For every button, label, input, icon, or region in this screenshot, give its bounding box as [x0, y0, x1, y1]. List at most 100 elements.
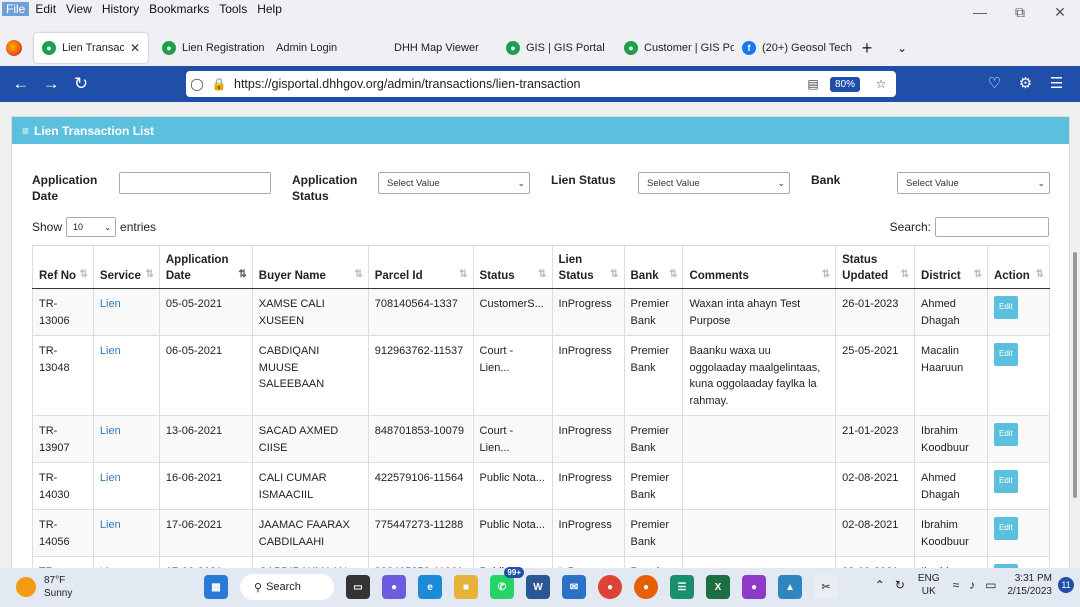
- sun-icon: [16, 577, 36, 597]
- zoom-level[interactable]: 80%: [829, 76, 860, 92]
- windows-taskbar: 87°F Sunny ▦ ⚲ Search ▭ ● e ■ ✆ 99+ W ✉ …: [0, 567, 1080, 607]
- pocket-icon[interactable]: ♡: [979, 74, 1010, 92]
- cell-action: Edit: [987, 335, 1051, 416]
- battery-icon[interactable]: ▭: [985, 578, 996, 592]
- lock-icon[interactable]: 🔒: [208, 77, 230, 91]
- tab-lien-registration[interactable]: ● Lien Registration |: [154, 33, 266, 63]
- edit-button[interactable]: Edit: [993, 470, 1018, 493]
- firefox-icon[interactable]: ●: [634, 575, 658, 599]
- back-icon[interactable]: ←: [6, 74, 36, 94]
- clock[interactable]: 3:31 PM 2/15/2023: [1008, 572, 1053, 598]
- wifi-icon[interactable]: ≈: [953, 578, 960, 592]
- reader-view-icon[interactable]: ▤: [802, 77, 824, 91]
- whatsapp-icon[interactable]: ✆ 99+: [490, 567, 524, 599]
- menu-edit[interactable]: Edit: [31, 2, 60, 16]
- new-tab-icon[interactable]: +: [852, 38, 882, 59]
- url-text[interactable]: https://gisportal.dhhgov.org/admin/trans…: [230, 77, 802, 91]
- notification-count[interactable]: 11: [1058, 577, 1074, 593]
- menu-hamburger-icon[interactable]: ☰: [1041, 74, 1072, 92]
- column-header[interactable]: Parcel Id ⇅: [368, 245, 474, 289]
- taskbar-search[interactable]: ⚲ Search: [240, 574, 334, 600]
- column-header[interactable]: Ref No ⇅: [32, 245, 94, 289]
- service-link[interactable]: Lien: [100, 519, 121, 531]
- photos-icon[interactable]: ▲: [778, 575, 802, 599]
- menu-view[interactable]: View: [62, 2, 96, 16]
- bookmark-star-icon[interactable]: ☆: [870, 77, 892, 91]
- weather-widget[interactable]: 87°F Sunny: [16, 574, 72, 600]
- tab-list-chevron-icon[interactable]: ⌄: [882, 41, 922, 55]
- entries-select[interactable]: 10 ⌄: [66, 217, 117, 237]
- cell-action: Edit: [987, 556, 1051, 568]
- volume-icon[interactable]: ♪: [969, 578, 975, 592]
- column-header[interactable]: Action ⇅: [987, 245, 1051, 289]
- service-link[interactable]: Lien: [100, 298, 121, 310]
- column-header[interactable]: District ⇅: [914, 245, 988, 289]
- snipping-tool-icon[interactable]: ✂: [814, 575, 838, 599]
- column-header[interactable]: Status Updated ⇅: [835, 245, 916, 289]
- menu-help[interactable]: Help: [253, 2, 286, 16]
- chevron-up-icon[interactable]: ⌃: [875, 578, 885, 592]
- sync-icon[interactable]: ↻: [895, 578, 905, 592]
- column-header[interactable]: Buyer Name ⇅: [252, 245, 369, 289]
- tab-admin-login[interactable]: Admin Login: [266, 33, 384, 63]
- minimize-icon[interactable]: —: [960, 4, 1000, 21]
- forward-icon[interactable]: →: [36, 74, 66, 94]
- edit-button[interactable]: Edit: [993, 423, 1018, 446]
- column-header[interactable]: Application Date ⇅: [159, 245, 253, 289]
- page-scrollbar[interactable]: [1070, 102, 1080, 568]
- teams-chat-icon[interactable]: ●: [382, 575, 406, 599]
- reload-icon[interactable]: ↻: [66, 74, 96, 94]
- cell-date: 06-05-2021: [159, 335, 253, 416]
- service-link[interactable]: Lien: [100, 472, 121, 484]
- bank-select[interactable]: Select Value ⌄: [897, 172, 1050, 194]
- language-indicator[interactable]: ENG UK: [918, 572, 940, 598]
- menu-file[interactable]: File: [2, 2, 30, 16]
- game-icon[interactable]: ●: [742, 575, 766, 599]
- application-status-select[interactable]: Select Value ⌄: [378, 172, 530, 194]
- word-icon[interactable]: W: [526, 575, 550, 599]
- menu-tools[interactable]: Tools: [215, 2, 251, 16]
- tab-lien-transaction[interactable]: ● Lien Transaction ✕: [34, 33, 148, 63]
- column-header[interactable]: Bank ⇅: [624, 245, 684, 289]
- edit-button[interactable]: Edit: [993, 343, 1018, 366]
- service-link[interactable]: Lien: [100, 425, 121, 437]
- application-date-input[interactable]: [119, 172, 271, 194]
- shield-icon[interactable]: ◯: [186, 77, 208, 91]
- extensions-icon[interactable]: ⚙: [1010, 74, 1041, 92]
- lien-status-select[interactable]: Select Value ⌄: [638, 172, 790, 194]
- task-view-icon[interactable]: ▭: [346, 575, 370, 599]
- column-header[interactable]: Service ⇅: [93, 245, 160, 289]
- mail-icon[interactable]: ✉: [562, 575, 586, 599]
- cell-bank: Premier Bank: [624, 462, 684, 510]
- cell-status: Public Nota...: [473, 462, 553, 510]
- tab-gis-portal[interactable]: ● GIS | GIS Portal: [498, 33, 616, 63]
- close-tab-icon[interactable]: ✕: [130, 41, 140, 55]
- tab-dhh-map-viewer[interactable]: DHH Map Viewer: [384, 33, 498, 63]
- url-bar[interactable]: ◯ 🔒 https://gisportal.dhhgov.org/admin/t…: [186, 71, 896, 97]
- edit-button[interactable]: Edit: [993, 296, 1018, 319]
- close-window-icon[interactable]: ✕: [1040, 4, 1080, 21]
- excel-icon[interactable]: X: [706, 575, 730, 599]
- column-header[interactable]: Comments ⇅: [682, 245, 837, 289]
- sort-icon: ⇅: [79, 269, 88, 280]
- scrollbar-thumb[interactable]: [1073, 252, 1077, 498]
- notepad-icon[interactable]: ☰: [670, 575, 694, 599]
- column-header[interactable]: Status ⇅: [473, 245, 553, 289]
- facebook-icon: f: [742, 41, 756, 55]
- cell-bank: Premier: [624, 556, 684, 568]
- chrome-icon[interactable]: ●: [598, 575, 622, 599]
- file-explorer-icon[interactable]: ■: [454, 575, 478, 599]
- edit-button[interactable]: Edit: [993, 517, 1018, 540]
- windows-start-icon[interactable]: ▦: [204, 575, 228, 599]
- search-input[interactable]: [935, 217, 1049, 237]
- firefox-view-icon[interactable]: [0, 40, 34, 56]
- cell-comments: Waxan inta ahayn Test Purpose: [682, 288, 837, 336]
- edge-icon[interactable]: e: [418, 575, 442, 599]
- menu-history[interactable]: History: [98, 2, 143, 16]
- menu-bookmarks[interactable]: Bookmarks: [145, 2, 213, 16]
- restore-icon[interactable]: ⧉: [1000, 4, 1040, 21]
- column-header[interactable]: Lien Status ⇅: [552, 245, 625, 289]
- tab-geosol-facebook[interactable]: f (20+) Geosol Tech: [734, 33, 852, 63]
- service-link[interactable]: Lien: [100, 345, 121, 357]
- tab-customer-gis[interactable]: ● Customer | GIS Po: [616, 33, 734, 63]
